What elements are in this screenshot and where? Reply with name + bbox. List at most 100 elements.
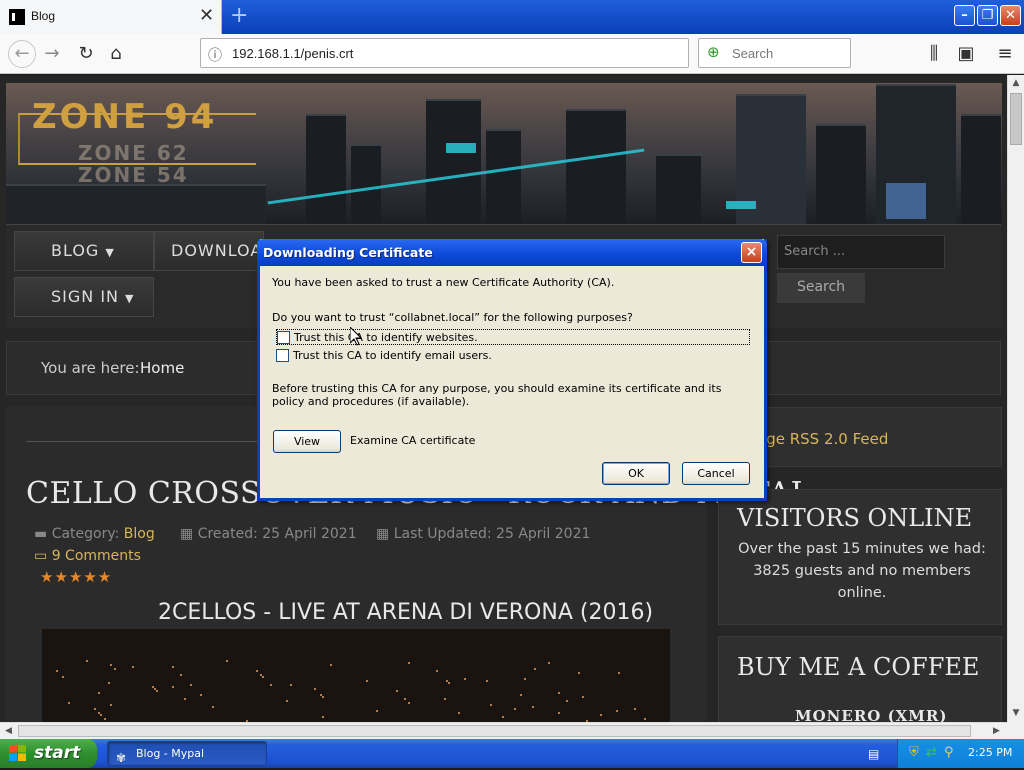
tab-close-icon[interactable]: ✕ <box>199 6 214 26</box>
breadcrumb-home-link[interactable]: Home <box>140 359 184 377</box>
video-light <box>114 668 116 670</box>
comments-count[interactable]: 9 Comments <box>52 548 141 564</box>
security-shield-icon[interactable]: ⛨ <box>909 745 919 760</box>
video-light <box>110 664 112 666</box>
network-icon[interactable]: ⇄ <box>926 745 937 760</box>
menu-item-blog[interactable]: BLOG ▼ <box>14 231 154 271</box>
library-icon[interactable]: ⫼ <box>922 42 946 66</box>
visitors-text: Over the past 15 minutes we had: 3825 gu… <box>738 541 986 601</box>
view-certificate-description: Examine CA certificate <box>350 434 476 447</box>
search-tray-icon[interactable]: ⚲ <box>944 745 954 760</box>
browser-search-input[interactable]: ⊕ Search <box>698 38 851 68</box>
video-light <box>62 676 64 678</box>
trust-websites-checkbox[interactable] <box>277 331 290 344</box>
scroll-down-arrow-icon[interactable]: ▼ <box>1008 705 1024 722</box>
dialog-titlebar[interactable]: Downloading Certificate × <box>257 239 767 266</box>
trust-email-row[interactable]: Trust this CA to identify email users. <box>276 348 576 364</box>
maximize-button[interactable]: ❐ <box>977 5 998 26</box>
windows-logo-icon <box>9 745 26 761</box>
horizontal-scroll-thumb[interactable] <box>18 725 971 737</box>
clock[interactable]: 2:25 PM <box>968 746 1012 759</box>
video-light <box>200 694 202 696</box>
category-link[interactable]: Blog <box>124 526 155 542</box>
video-light <box>376 710 378 712</box>
rating-stars[interactable]: ★★★★★ <box>40 568 112 586</box>
dialog-advice: Before trusting this CA for any purpose,… <box>272 382 722 408</box>
vertical-scroll-thumb[interactable] <box>1010 93 1022 145</box>
video-light <box>256 670 258 672</box>
cancel-button[interactable]: Cancel <box>682 462 750 485</box>
minimize-button[interactable]: – <box>954 5 975 26</box>
vertical-scrollbar[interactable]: ▲ ▼ <box>1007 75 1024 722</box>
scroll-up-arrow-icon[interactable]: ▲ <box>1008 75 1024 92</box>
video-light <box>104 718 106 720</box>
sidebar-toggle-icon[interactable]: ▣ <box>954 42 978 66</box>
created-date: Created: 25 April 2021 <box>197 526 357 542</box>
video-light <box>172 686 174 688</box>
search-placeholder: Search <box>732 46 774 61</box>
menu-item-download[interactable]: DOWNLOA <box>154 231 264 271</box>
taskbar-item-label: Blog - Mypal <box>136 747 205 760</box>
horizontal-scrollbar[interactable]: ◀ ▶ <box>0 722 1007 739</box>
video-light <box>286 700 288 702</box>
menu-item-signin[interactable]: SIGN IN ▼ <box>14 277 154 317</box>
trust-email-label[interactable]: Trust this CA to identify email users. <box>293 349 492 362</box>
article-comments-link[interactable]: ▭ 9 Comments <box>34 548 141 564</box>
start-button[interactable]: start <box>0 739 97 768</box>
url-text[interactable]: 192.168.1.1/penis.crt <box>232 46 353 61</box>
rss-feed-link[interactable]: age RSS 2.0 Feed <box>757 430 888 448</box>
url-bar[interactable]: ⓘ 192.168.1.1/penis.crt <box>200 38 689 68</box>
trust-email-checkbox[interactable] <box>276 349 289 362</box>
start-label: start <box>34 743 81 763</box>
ok-button[interactable]: OK <box>602 462 670 485</box>
taskbar-item-mypal[interactable]: ✾ Blog - Mypal <box>107 741 267 766</box>
video-light <box>108 682 110 684</box>
video-light <box>634 708 636 710</box>
video-light <box>514 708 516 710</box>
trust-websites-label[interactable]: Trust this CA to identify websites. <box>294 331 478 344</box>
info-icon[interactable]: ⓘ <box>208 45 222 65</box>
site-search-button[interactable]: Search <box>777 273 865 303</box>
hamburger-menu-icon[interactable]: ≡ <box>993 42 1017 66</box>
home-icon[interactable]: ⌂ <box>104 42 128 66</box>
search-engine-icon[interactable]: ⊕ <box>707 43 720 61</box>
calendar-icon: ▦ <box>376 526 390 542</box>
window-close-button[interactable]: ✕ <box>1000 5 1021 26</box>
video-light <box>156 690 158 692</box>
coffee-box: BUY ME A COFFEE MONERO (XMR) <box>718 636 1002 722</box>
video-light <box>132 666 134 668</box>
video-light <box>644 718 646 720</box>
video-light <box>458 712 460 714</box>
video-light <box>226 660 228 662</box>
video-light <box>404 698 406 700</box>
dialog-question: Do you want to trust “collabnet.local” f… <box>272 311 633 324</box>
video-light <box>408 662 410 664</box>
logo-subtitle-1: ZONE 62 <box>78 141 189 165</box>
back-arrow-icon[interactable]: ← <box>8 40 36 68</box>
dialog-title: Downloading Certificate <box>263 245 433 260</box>
scroll-corner <box>1007 722 1024 739</box>
site-search-input[interactable]: Search ... <box>777 235 945 269</box>
new-tab-button[interactable]: + <box>230 3 248 28</box>
system-tray: ⛨ ⇄ ⚲ 2:25 PM <box>897 739 1024 768</box>
video-light <box>290 684 292 686</box>
trust-websites-row[interactable]: Trust this CA to identify websites. <box>276 329 750 345</box>
video-light <box>616 710 618 712</box>
reload-icon[interactable]: ↻ <box>74 42 98 66</box>
video-embed[interactable] <box>42 629 670 722</box>
forward-arrow-icon[interactable]: → <box>40 42 64 66</box>
logo-subtitle-2: ZONE 54 <box>78 163 189 187</box>
mypal-app-icon: ✾ <box>116 751 127 765</box>
video-light <box>532 706 534 708</box>
browser-tab[interactable]: Blog ✕ <box>0 0 222 34</box>
scroll-left-arrow-icon[interactable]: ◀ <box>0 723 17 739</box>
site-logo[interactable]: ZONE 94 <box>32 97 217 137</box>
browser-titlebar: Blog ✕ + – ❐ ✕ <box>0 0 1024 34</box>
scroll-right-arrow-icon[interactable]: ▶ <box>988 723 1005 739</box>
keyboard-icon[interactable]: ▤ <box>868 747 879 761</box>
video-light <box>558 692 560 694</box>
dialog-close-button[interactable]: × <box>741 242 762 263</box>
tab-title: Blog <box>31 9 56 23</box>
video-light <box>578 672 580 674</box>
view-certificate-button[interactable]: View <box>273 430 341 453</box>
